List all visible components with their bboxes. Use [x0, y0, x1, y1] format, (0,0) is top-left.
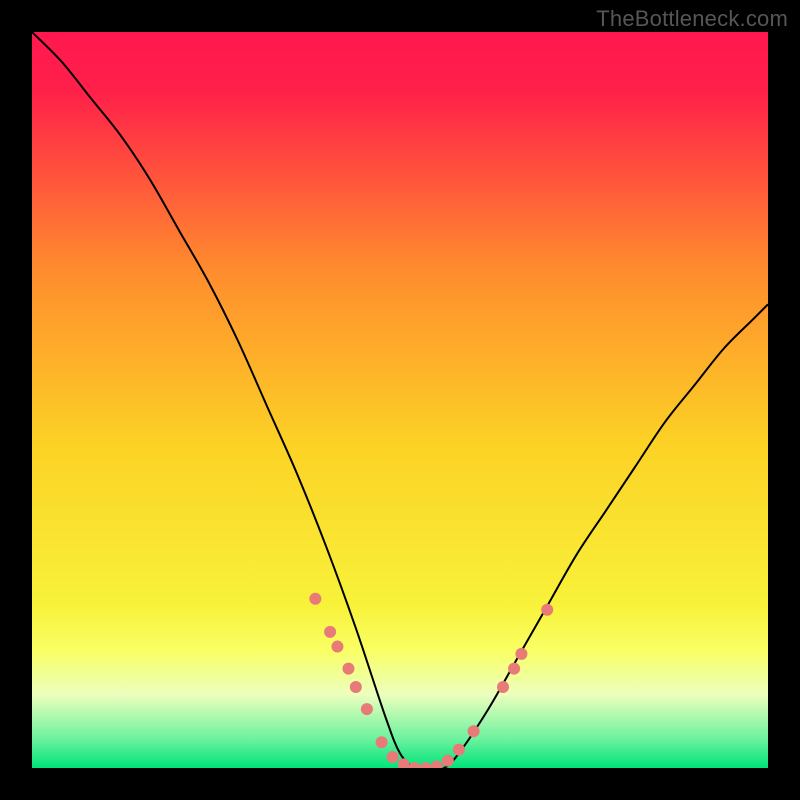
- data-marker: [497, 681, 509, 693]
- chart-frame: TheBottleneck.com: [0, 0, 800, 800]
- data-marker: [453, 744, 465, 756]
- data-marker: [541, 604, 553, 616]
- data-marker: [508, 663, 520, 675]
- bottleneck-chart: [32, 32, 768, 768]
- data-marker: [350, 681, 362, 693]
- data-marker: [442, 755, 454, 767]
- data-marker: [331, 641, 343, 653]
- data-marker: [468, 725, 480, 737]
- data-marker: [309, 593, 321, 605]
- watermark-label: TheBottleneck.com: [596, 6, 788, 32]
- gradient-background: [32, 32, 768, 768]
- data-marker: [342, 663, 354, 675]
- data-marker: [324, 626, 336, 638]
- data-marker: [387, 751, 399, 763]
- data-marker: [376, 736, 388, 748]
- data-marker: [515, 648, 527, 660]
- data-marker: [361, 703, 373, 715]
